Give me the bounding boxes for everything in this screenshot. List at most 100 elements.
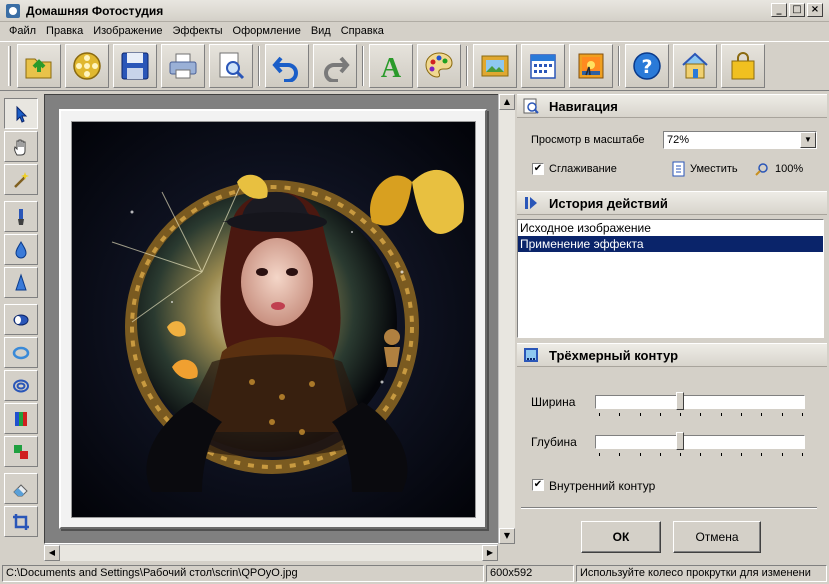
width-ticks bbox=[599, 413, 803, 417]
scroll-down-button[interactable]: ▼ bbox=[499, 528, 515, 544]
scroll-left-button[interactable]: ◀ bbox=[44, 545, 60, 561]
zoom-100-button[interactable]: 100% bbox=[775, 163, 803, 175]
depth-slider[interactable] bbox=[595, 431, 807, 457]
slider-tick bbox=[761, 453, 763, 456]
smoothing-label: Сглаживание bbox=[549, 163, 617, 175]
pointer-icon bbox=[16, 105, 28, 123]
slider-tick bbox=[781, 413, 783, 416]
history-item-original[interactable]: Исходное изображение bbox=[518, 220, 823, 236]
slider-tick bbox=[619, 413, 621, 416]
double-ring-icon bbox=[13, 379, 29, 392]
side-panel: Навигация Просмотр в масштабе 72% ▼ ✔ Сг… bbox=[517, 94, 827, 562]
redo-button[interactable] bbox=[313, 44, 357, 88]
preview-button[interactable] bbox=[209, 44, 253, 88]
toolbar-grip[interactable] bbox=[8, 46, 11, 86]
navigation-icon bbox=[523, 98, 539, 114]
maximize-button[interactable]: □ bbox=[789, 3, 805, 17]
ring-select-tool[interactable] bbox=[4, 337, 38, 368]
menu-decoration[interactable]: Оформление bbox=[228, 22, 306, 41]
slider-tick bbox=[801, 453, 803, 456]
vertical-scrollbar[interactable]: ▲ ▼ bbox=[498, 94, 515, 544]
crop-tool[interactable] bbox=[4, 506, 38, 537]
scale-select[interactable]: 72% ▼ bbox=[663, 131, 817, 149]
magic-wand-tool[interactable] bbox=[4, 164, 38, 195]
pointer-tool[interactable] bbox=[4, 98, 38, 129]
scroll-right-button[interactable]: ▶ bbox=[482, 545, 498, 561]
menu-image[interactable]: Изображение bbox=[88, 22, 167, 41]
menu-view[interactable]: Вид bbox=[306, 22, 336, 41]
brush-tool[interactable] bbox=[4, 201, 38, 232]
palette-button[interactable] bbox=[417, 44, 461, 88]
svg-text:?: ? bbox=[641, 56, 652, 78]
width-slider[interactable] bbox=[595, 391, 807, 417]
menu-help[interactable]: Справка bbox=[336, 22, 389, 41]
home-icon bbox=[682, 52, 708, 79]
inner-contour-checkbox[interactable]: ✔ bbox=[532, 479, 544, 491]
scale-value: 72% bbox=[667, 134, 690, 146]
status-path: C:\Documents and Settings\Рабочий стол\s… bbox=[2, 565, 484, 582]
chevron-down-icon[interactable]: ▼ bbox=[800, 132, 816, 148]
image-canvas[interactable] bbox=[44, 94, 514, 544]
print-button[interactable] bbox=[161, 44, 205, 88]
menu-effects[interactable]: Эффекты bbox=[168, 22, 228, 41]
home-button[interactable] bbox=[673, 44, 717, 88]
frame-button[interactable] bbox=[473, 44, 517, 88]
history-item-effect[interactable]: Применение эффекта bbox=[518, 236, 823, 252]
history-list[interactable]: Исходное изображение Применение эффекта bbox=[517, 219, 824, 338]
app-icon bbox=[6, 3, 20, 18]
width-slider-thumb[interactable] bbox=[676, 392, 684, 410]
shop-button[interactable] bbox=[721, 44, 765, 88]
hand-tool[interactable] bbox=[4, 131, 38, 162]
slider-tick bbox=[639, 413, 641, 416]
frame-icon bbox=[481, 55, 509, 77]
blur-tool[interactable] bbox=[4, 234, 38, 265]
menu-edit[interactable]: Правка bbox=[41, 22, 88, 41]
depth-slider-thumb[interactable] bbox=[676, 432, 684, 450]
slider-tick bbox=[599, 453, 600, 456]
photo[interactable] bbox=[71, 121, 476, 518]
fit-icon[interactable] bbox=[672, 161, 686, 180]
sharpen-tool[interactable] bbox=[4, 267, 38, 298]
film-button[interactable] bbox=[65, 44, 109, 88]
scroll-up-button[interactable]: ▲ bbox=[499, 94, 515, 110]
minimize-button[interactable]: _ bbox=[771, 3, 787, 17]
calendar-button[interactable] bbox=[521, 44, 565, 88]
contour-title: Трёхмерный контур bbox=[549, 347, 679, 363]
help-button[interactable]: ? bbox=[625, 44, 669, 88]
contour-header[interactable]: Трёхмерный контур bbox=[517, 343, 827, 367]
slider-tick bbox=[801, 413, 803, 416]
text-icon: A bbox=[381, 53, 402, 82]
slider-tick bbox=[720, 453, 722, 456]
navigation-header[interactable]: Навигация bbox=[517, 94, 827, 118]
svg-text:A: A bbox=[381, 53, 402, 82]
menu-file[interactable]: Файл bbox=[4, 22, 41, 41]
color-levels-tool[interactable] bbox=[4, 403, 38, 434]
cancel-button[interactable]: Отмена bbox=[673, 521, 761, 553]
history-header[interactable]: История действий bbox=[517, 191, 827, 215]
close-button[interactable]: × bbox=[807, 3, 823, 17]
undo-button[interactable] bbox=[265, 44, 309, 88]
help-icon: ? bbox=[633, 52, 661, 80]
smoothing-checkbox[interactable]: ✔ bbox=[532, 163, 544, 175]
ellipse-select-tool[interactable] bbox=[4, 304, 38, 335]
slider-tick bbox=[659, 413, 661, 416]
save-button[interactable] bbox=[113, 44, 157, 88]
inner-contour-label: Внутренний контур bbox=[549, 479, 656, 493]
toolbar-separator bbox=[618, 46, 620, 86]
open-button[interactable] bbox=[17, 44, 61, 88]
text-button[interactable]: A bbox=[369, 44, 413, 88]
photo-3d-contour-frame bbox=[59, 109, 487, 529]
eraser-tool[interactable] bbox=[4, 473, 38, 504]
postcard-button[interactable] bbox=[569, 44, 613, 88]
fit-button[interactable]: Уместить bbox=[690, 163, 738, 175]
contour-icon bbox=[523, 347, 539, 363]
double-ring-tool[interactable] bbox=[4, 370, 38, 401]
zoom-100-icon[interactable] bbox=[754, 161, 770, 180]
depth-label: Глубина bbox=[531, 435, 577, 449]
slider-tick bbox=[639, 453, 641, 456]
horizontal-scrollbar[interactable]: ◀ ▶ bbox=[44, 544, 498, 561]
toolbar: A ? bbox=[0, 41, 829, 91]
width-label: Ширина bbox=[531, 395, 576, 409]
ok-button[interactable]: ОК bbox=[581, 521, 661, 553]
color-swap-tool[interactable] bbox=[4, 436, 38, 467]
